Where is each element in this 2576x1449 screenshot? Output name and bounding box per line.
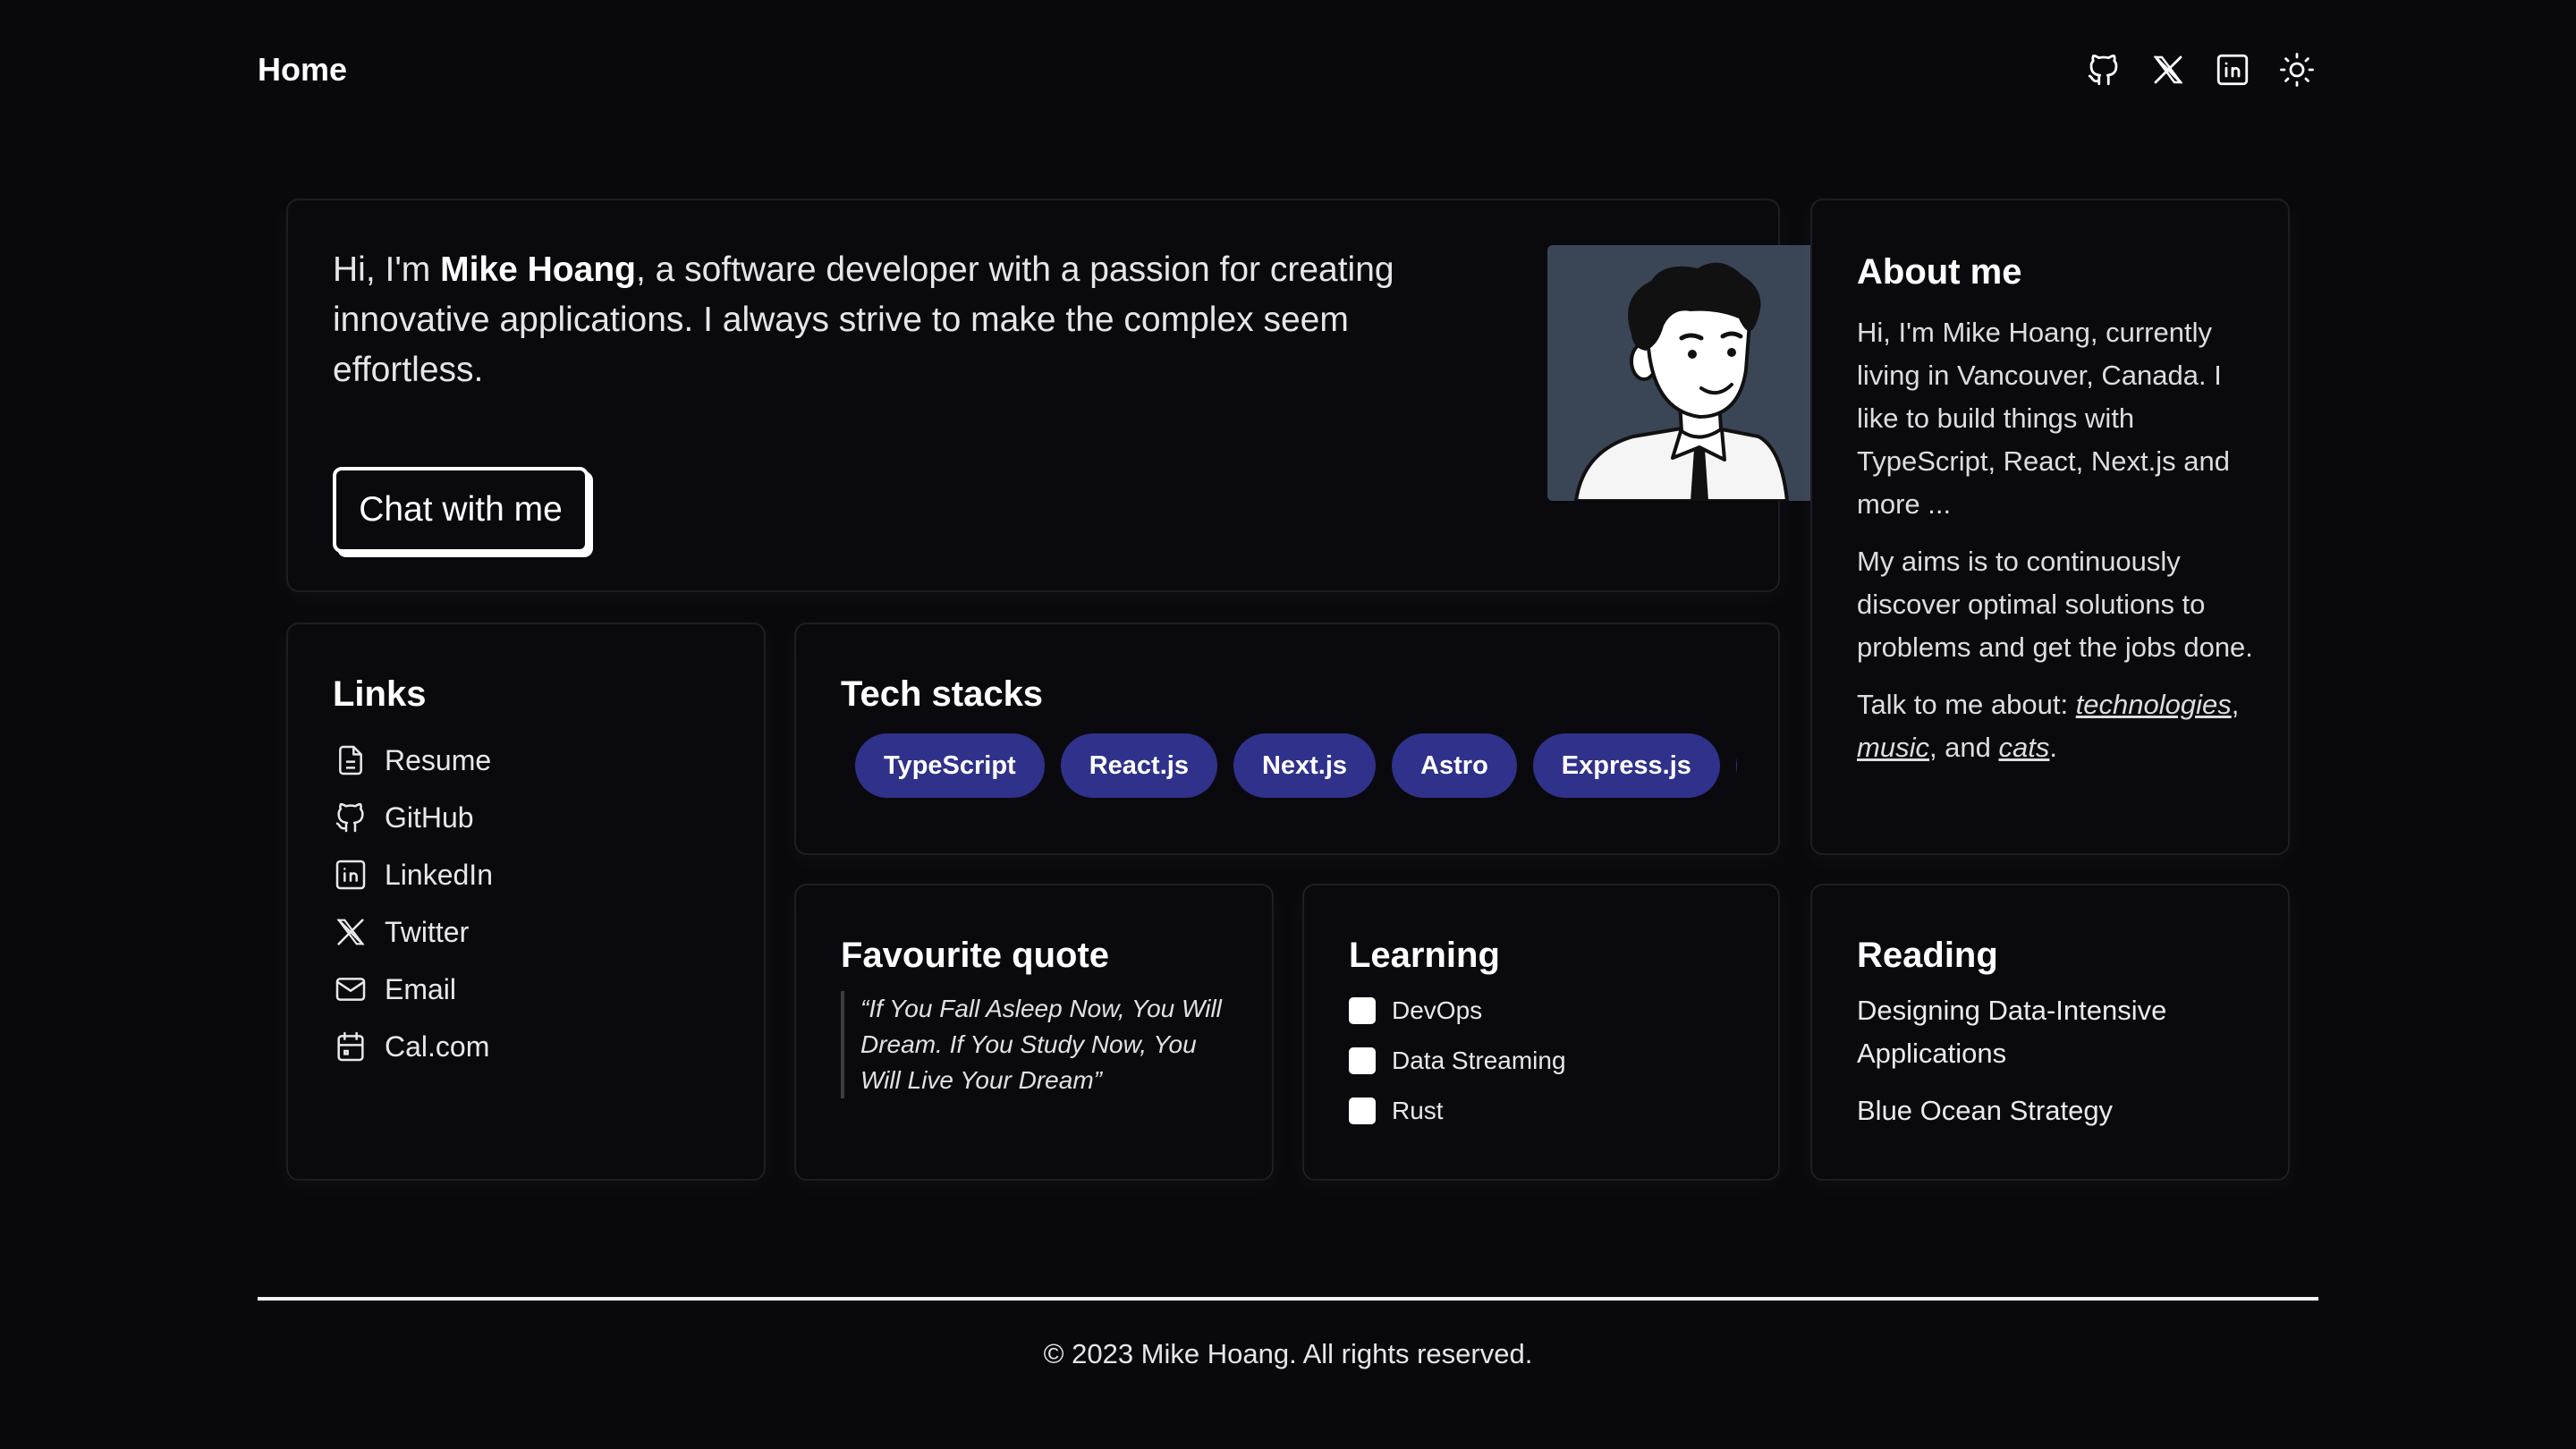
checkbox[interactable]: [1349, 1097, 1376, 1124]
learning-title: Learning: [1349, 936, 1500, 975]
link-label: Resume: [385, 743, 492, 776]
tech-chips: TypeScript React.js Next.js Astro Expres…: [855, 733, 1737, 798]
top-nav: Home: [258, 45, 2318, 95]
learning-item: Data Streaming: [1349, 1036, 1566, 1086]
topic-link-music[interactable]: music: [1857, 732, 1929, 763]
about-title: About me: [1857, 252, 2022, 292]
intro-prefix: Hi, I'm: [333, 250, 441, 289]
x-icon: [336, 919, 365, 945]
checkbox[interactable]: [1349, 997, 1376, 1024]
about-body: Hi, I'm Mike Hoang, currently living in …: [1857, 311, 2268, 784]
reading-title: Reading: [1857, 936, 1998, 975]
nav-icons: [2082, 48, 2318, 91]
github-icon[interactable]: [2082, 48, 2125, 91]
links-card: Links Resume GitHub LinkedIn Twitter Ema…: [286, 623, 766, 1181]
linkedin-icon[interactable]: [2211, 48, 2254, 91]
links-title: Links: [333, 674, 427, 714]
tech-chip: N: [1735, 733, 1737, 798]
tech-stacks-card: Tech stacks TypeScript React.js Next.js …: [794, 623, 1780, 855]
learning-label: DevOps: [1392, 996, 1483, 1024]
reading-list: Designing Data-Intensive Applications Bl…: [1857, 989, 2268, 1147]
about-card: About me Hi, I'm Mike Hoang, currently l…: [1810, 199, 2290, 855]
avatar-illustration: [1573, 262, 1790, 501]
link-calcom[interactable]: Cal.com: [333, 1018, 493, 1075]
home-link[interactable]: Home: [258, 51, 347, 89]
sun-icon[interactable]: [2275, 48, 2318, 91]
link-resume[interactable]: Resume: [333, 732, 493, 789]
intro-card: Hi, I'm Mike Hoang, a software developer…: [286, 199, 1826, 592]
linkedin-icon: [335, 860, 366, 890]
document-icon: [339, 745, 362, 775]
learning-item: DevOps: [1349, 986, 1566, 1036]
link-github[interactable]: GitHub: [333, 789, 493, 846]
topic-link-technologies[interactable]: technologies: [2076, 689, 2232, 720]
link-twitter[interactable]: Twitter: [333, 903, 493, 961]
book-item: Designing Data-Intensive Applications: [1857, 995, 2167, 1069]
book-item: Blue Ocean Strategy: [1857, 1095, 2114, 1126]
link-label: GitHub: [385, 801, 474, 834]
mail-icon: [335, 978, 366, 1001]
learning-list: DevOps Data Streaming Rust: [1349, 986, 1566, 1136]
footer-divider: [258, 1297, 2318, 1301]
talk-prefix: Talk to me about:: [1857, 689, 2076, 720]
tech-chip: React.js: [1060, 733, 1217, 798]
link-label: Cal.com: [385, 1030, 490, 1063]
tech-chip: Express.js: [1532, 733, 1720, 798]
quote-card: Favourite quote “If You Fall Asleep Now,…: [794, 884, 1274, 1181]
tech-chip: Astro: [1392, 733, 1517, 798]
learning-label: Rust: [1392, 1097, 1444, 1124]
tech-chip: Next.js: [1233, 733, 1377, 798]
topic-end: .: [2049, 732, 2057, 763]
avatar: [1547, 245, 1826, 501]
learning-card: Learning DevOps Data Streaming Rust: [1302, 884, 1780, 1181]
x-icon[interactable]: [2147, 48, 2190, 91]
learning-label: Data Streaming: [1392, 1046, 1566, 1074]
reading-card: Reading Designing Data-Intensive Applica…: [1810, 884, 2290, 1181]
topic-separator: ,: [2231, 689, 2240, 720]
quote-title: Favourite quote: [841, 936, 1110, 975]
checkbox[interactable]: [1349, 1047, 1376, 1074]
tech-chip-scroller[interactable]: TypeScript React.js Next.js Astro Expres…: [855, 733, 1737, 801]
intro-text: Hi, I'm Mike Hoang, a software developer…: [333, 245, 1406, 395]
link-label: Twitter: [385, 915, 470, 948]
topic-link-cats[interactable]: cats: [1999, 732, 2050, 763]
learning-item: Rust: [1349, 1086, 1566, 1136]
link-linkedin[interactable]: LinkedIn: [333, 846, 493, 903]
github-icon: [335, 802, 364, 833]
tech-stacks-title: Tech stacks: [841, 674, 1044, 714]
link-list: Resume GitHub LinkedIn Twitter Email Cal…: [333, 732, 493, 1075]
link-email[interactable]: Email: [333, 961, 493, 1018]
quote-text: “If You Fall Asleep Now, You Will Dream.…: [841, 991, 1234, 1098]
link-label: Email: [385, 972, 457, 1005]
topic-separator: , and: [1928, 732, 1999, 763]
about-paragraph-2: My aims is to continuously discover opti…: [1857, 546, 2253, 663]
about-paragraph-1: Hi, I'm Mike Hoang, currently living in …: [1857, 317, 2230, 520]
link-label: LinkedIn: [385, 858, 493, 891]
tech-chip: TypeScript: [855, 733, 1045, 798]
calendar-icon: [337, 1031, 364, 1062]
chat-button[interactable]: Chat with me: [333, 467, 589, 553]
intro-name: Mike Hoang: [440, 250, 636, 289]
footer-copyright: © 2023 Mike Hoang. All rights reserved.: [1043, 1338, 1533, 1369]
about-talk-line: Talk to me about: technologies, music, a…: [1857, 683, 2268, 769]
